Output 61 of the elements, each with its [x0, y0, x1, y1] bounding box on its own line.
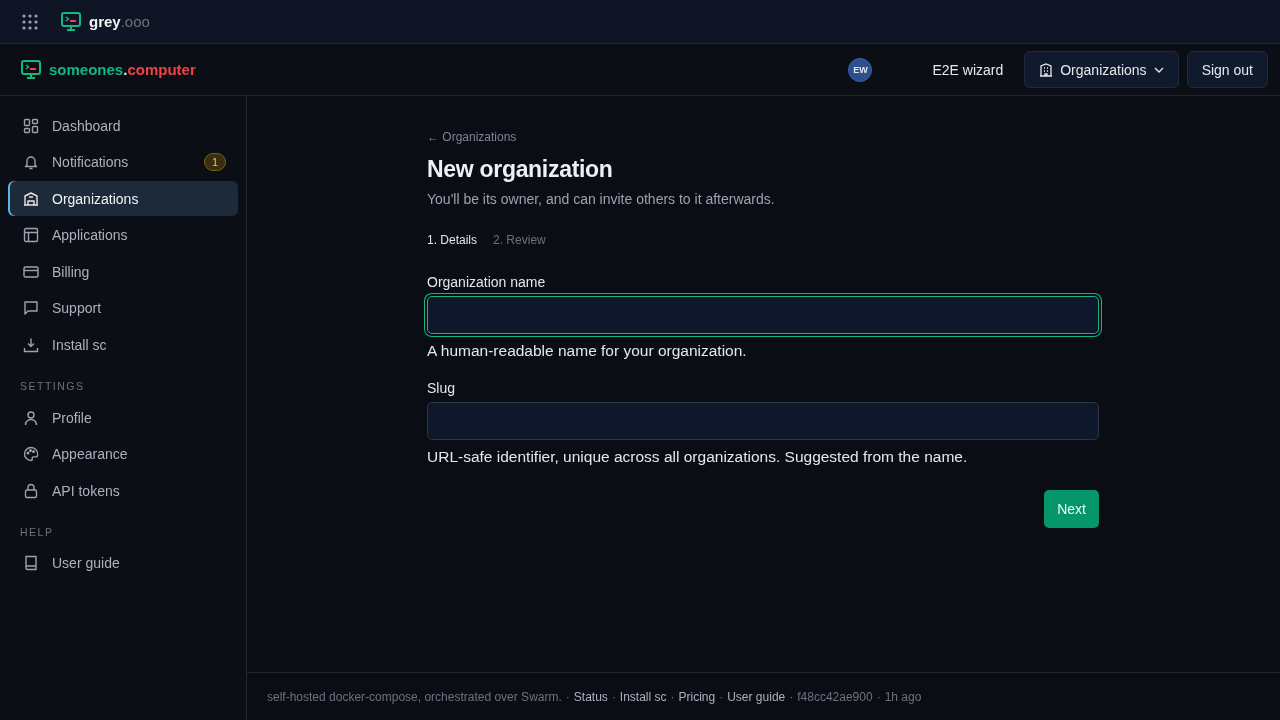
build-age: 1h ago — [884, 689, 922, 704]
app-brand[interactable]: grey.ooo — [89, 13, 150, 30]
nav-item[interactable]: API tokens — [8, 473, 238, 509]
field-help: URL-safe identifier, unique across all organizations. Suggested from the name. — [427, 448, 969, 466]
download-icon — [23, 337, 39, 354]
back-link[interactable]: ← Organizations — [427, 130, 1099, 144]
user-avatar[interactable]: EW — [848, 57, 873, 82]
field-help: A human-readable name for your organization. — [427, 342, 748, 360]
section-heading: HELP — [19, 524, 55, 540]
input-field[interactable] — [427, 296, 1099, 334]
notification-count: 1 — [204, 153, 226, 172]
building-icon — [1039, 62, 1054, 77]
book-icon — [23, 555, 39, 572]
nav-item[interactable]: Install sc — [8, 327, 238, 363]
building-icon — [23, 190, 39, 207]
separator-dot: · — [670, 689, 675, 704]
footer-link[interactable]: Pricing — [678, 689, 716, 704]
next-button[interactable]: Next — [1044, 490, 1099, 528]
palette-icon — [23, 446, 39, 463]
credit-card-icon — [23, 263, 39, 280]
monitor-icon — [61, 12, 81, 31]
nav-item[interactable]: Billing — [8, 254, 238, 290]
caret-icon — [1153, 66, 1164, 73]
layout-icon — [23, 227, 39, 244]
nav-item[interactable]: Appearance — [8, 436, 238, 472]
footer-link[interactable]: Status — [573, 689, 608, 704]
apps-grid-icon[interactable] — [22, 13, 38, 30]
page-subtitle: You'll be its owner, and can invite others to it afterwards. — [427, 191, 776, 207]
organizations-dropdown[interactable]: Organizations — [1024, 51, 1179, 88]
commit-hash: f48cc42ae900 — [797, 689, 873, 704]
section-heading: SETTINGS — [19, 379, 86, 395]
nav-item[interactable]: User guide — [8, 545, 238, 581]
lock-icon — [23, 482, 39, 499]
chat-icon — [23, 300, 39, 317]
dashboard-icon — [23, 117, 39, 134]
nav-item[interactable]: Profile — [8, 400, 238, 436]
footer-link[interactable]: Install sc — [619, 689, 667, 704]
monitor-icon — [21, 60, 41, 79]
separator-dot: · — [789, 689, 794, 704]
sign-out-button[interactable]: Sign out — [1186, 51, 1268, 88]
step-tab[interactable]: 1. Details — [427, 233, 478, 247]
input-field[interactable] — [427, 402, 1099, 440]
separator-dot: · — [565, 689, 570, 704]
user-name: E2E wizard — [932, 61, 1004, 78]
step-tab[interactable]: 2. Review — [493, 233, 546, 247]
separator-dot: · — [876, 689, 881, 704]
nav-item[interactable]: Organizations — [8, 181, 238, 217]
nav-item[interactable]: Support — [8, 290, 238, 326]
nav-item[interactable]: Dashboard — [8, 108, 238, 143]
separator-dot: · — [611, 689, 616, 704]
site-brand[interactable]: someones.computer — [49, 61, 196, 78]
separator-dot: · — [719, 689, 724, 704]
bell-icon — [23, 154, 39, 171]
person-icon — [23, 409, 39, 426]
footer-note: self-hosted docker-compose, orchestrated over Swarm. — [267, 689, 562, 704]
field-label: Organization name — [427, 274, 547, 290]
page-title: New organization — [427, 156, 614, 183]
footer-link[interactable]: User guide — [727, 689, 786, 704]
nav-item[interactable]: Notifications 1 — [8, 144, 238, 180]
field-label: Slug — [427, 380, 457, 396]
nav-item[interactable]: Applications — [8, 217, 238, 253]
